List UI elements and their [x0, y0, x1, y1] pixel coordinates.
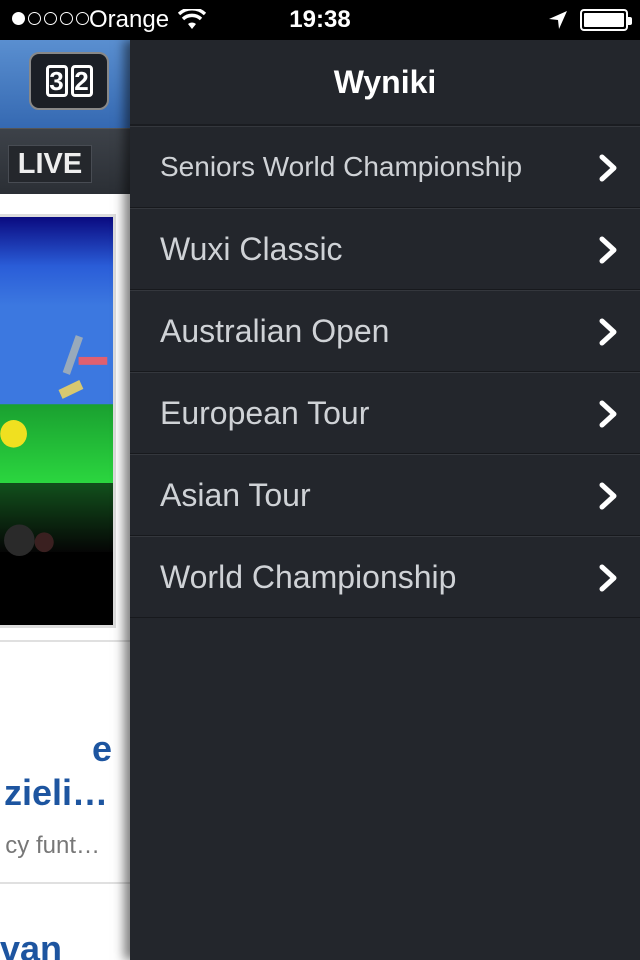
chevron-right-icon	[599, 318, 617, 346]
tournament-item-seniors-world-championship[interactable]: Seniors World Championship	[130, 126, 640, 208]
drawer-title: Wyniki	[333, 63, 437, 100]
status-bar: Orange 19:38	[0, 0, 640, 40]
tournament-label: Seniors World Championship	[160, 151, 523, 182]
snooker-table-image	[0, 217, 113, 625]
results-drawer: Wyniki Seniors World Championship Wuxi C…	[130, 40, 640, 960]
chevron-right-icon	[599, 154, 617, 182]
tournament-label: Asian Tour	[160, 476, 311, 513]
battery-icon	[580, 9, 632, 31]
logo-digit: 3	[45, 65, 68, 97]
tournament-list: Seniors World Championship Wuxi Classic …	[130, 126, 640, 618]
chevron-right-icon	[599, 564, 617, 592]
carrier-name: Orange	[89, 6, 170, 33]
tournament-label: European Tour	[160, 394, 370, 431]
tournament-item-asian-tour[interactable]: Asian Tour	[130, 454, 640, 536]
tournament-item-world-championship[interactable]: World Championship	[130, 536, 640, 618]
tournament-label: World Championship	[160, 558, 457, 595]
news-headline[interactable]: zieli…	[4, 772, 108, 814]
news-headline[interactable]: van	[0, 928, 62, 960]
tournament-item-european-tour[interactable]: European Tour	[130, 372, 640, 454]
drawer-header: Wyniki	[130, 40, 640, 126]
chevron-right-icon	[599, 400, 617, 428]
tournament-label: Wuxi Classic	[160, 230, 343, 267]
news-headline[interactable]: e	[92, 728, 112, 770]
app-header: 3 2	[0, 40, 130, 128]
signal-strength-icon	[12, 12, 89, 25]
location-arrow-icon	[549, 11, 567, 29]
logo-digit: 2	[70, 65, 93, 97]
live-tab-bar: LIVE	[0, 128, 130, 194]
app-logo-icon[interactable]: 3 2	[29, 52, 109, 110]
wifi-icon	[178, 9, 206, 29]
chevron-right-icon	[599, 482, 617, 510]
tournament-item-wuxi-classic[interactable]: Wuxi Classic	[130, 208, 640, 290]
tournament-item-australian-open[interactable]: Australian Open	[130, 290, 640, 372]
live-tab[interactable]: LIVE	[8, 145, 92, 183]
chevron-right-icon	[599, 236, 617, 264]
main-content-peek[interactable]: 3 2 LIVE e zieli… cy funt… van	[0, 40, 130, 960]
video-thumbnail[interactable]	[0, 214, 116, 628]
divider	[0, 882, 130, 884]
news-subtitle: cy funt…	[5, 832, 100, 859]
divider	[0, 640, 130, 642]
tournament-label: Australian Open	[160, 312, 390, 349]
